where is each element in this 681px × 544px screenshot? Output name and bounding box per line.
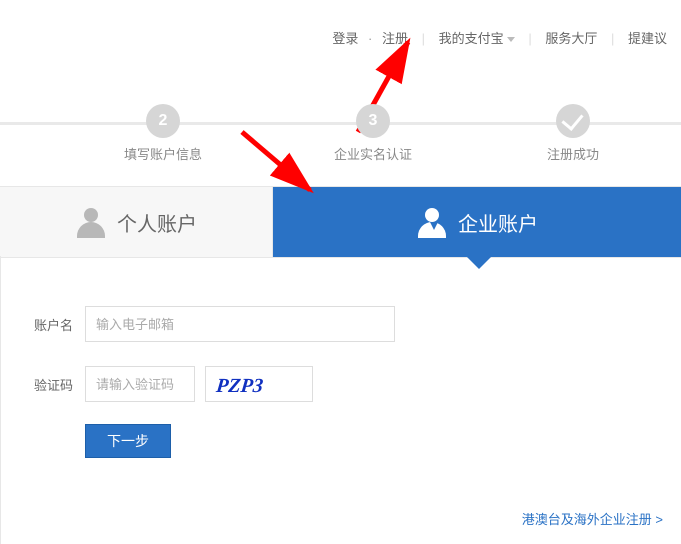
check-icon xyxy=(556,104,590,138)
account-label: 账户名 xyxy=(9,315,73,334)
step-2-circle: 2 xyxy=(146,104,180,138)
account-input[interactable] xyxy=(85,306,395,342)
login-link[interactable]: 登录 xyxy=(332,31,358,46)
captcha-row: 验证码 PZP3 xyxy=(1,366,681,402)
step-done-label: 注册成功 xyxy=(468,144,678,163)
register-form: 账户名 验证码 PZP3 下一步 港澳台及海外企业注册 > xyxy=(0,256,681,544)
suggest-link[interactable]: 提建议 xyxy=(628,31,667,46)
nav-sep: | xyxy=(422,31,425,46)
tab-company[interactable]: 企业账户 xyxy=(273,187,681,257)
my-alipay-label: 我的支付宝 xyxy=(439,31,504,46)
my-alipay-link[interactable]: 我的支付宝 xyxy=(439,31,515,46)
account-type-tabs: 个人账户 企业账户 xyxy=(0,186,681,258)
business-person-icon xyxy=(416,206,448,238)
nav-sep: | xyxy=(611,31,614,46)
step-done: 注册成功 xyxy=(468,104,678,163)
register-link[interactable]: 注册 xyxy=(382,31,408,46)
tab-personal[interactable]: 个人账户 xyxy=(0,187,273,257)
nav-sep: | xyxy=(528,31,531,46)
next-button[interactable]: 下一步 xyxy=(85,424,171,458)
tab-company-label: 企业账户 xyxy=(458,208,538,237)
step-3-label: 企业实名认证 xyxy=(268,144,478,163)
captcha-label: 验证码 xyxy=(9,375,73,394)
chevron-down-icon xyxy=(507,37,515,42)
step-3: 3 企业实名认证 xyxy=(268,104,478,163)
account-row: 账户名 xyxy=(1,306,681,342)
nav-dash: · xyxy=(368,31,372,46)
captcha-image[interactable]: PZP3 xyxy=(205,366,313,402)
captcha-text: PZP3 xyxy=(214,375,264,397)
service-hall-link[interactable]: 服务大厅 xyxy=(545,31,597,46)
tab-personal-label: 个人账户 xyxy=(117,208,197,237)
button-row: 下一步 xyxy=(85,424,681,458)
person-icon xyxy=(75,206,107,238)
steps-bar: 2 填写账户信息 3 企业实名认证 注册成功 xyxy=(0,104,681,164)
step-2-label: 填写账户信息 xyxy=(58,144,268,163)
captcha-input[interactable] xyxy=(85,366,195,402)
top-nav: 登录 · 注册 | 我的支付宝 | 服务大厅 | 提建议 xyxy=(332,28,667,47)
overseas-register-link[interactable]: 港澳台及海外企业注册 > xyxy=(522,509,663,528)
step-3-circle: 3 xyxy=(356,104,390,138)
step-2: 2 填写账户信息 xyxy=(58,104,268,163)
